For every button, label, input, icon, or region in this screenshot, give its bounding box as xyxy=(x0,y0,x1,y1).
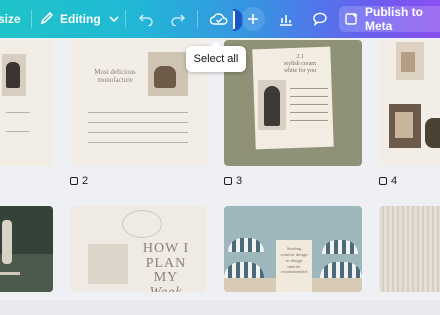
page-thumbnail-1[interactable] xyxy=(0,40,53,166)
line-art xyxy=(122,210,162,238)
list-line xyxy=(88,132,188,133)
plus-icon xyxy=(248,14,258,24)
save-status-button[interactable] xyxy=(207,7,231,31)
bar-chart-icon xyxy=(280,15,292,26)
photo-figure xyxy=(6,62,20,88)
page-thumbnail-5[interactable] xyxy=(0,206,53,292)
page-thumbnail-4[interactable] xyxy=(379,40,440,166)
list-line xyxy=(88,122,188,123)
list-line xyxy=(88,112,188,113)
page-text: Starting comfort design to design interior r… xyxy=(280,246,308,275)
photo-figure xyxy=(2,220,12,264)
comment-icon xyxy=(224,177,232,185)
page-thumbnail-8[interactable] xyxy=(379,206,440,292)
comment-icon xyxy=(379,177,387,185)
comment-button[interactable] xyxy=(308,7,332,31)
page-number-label: 2 xyxy=(82,175,89,187)
resize-button[interactable]: size xyxy=(0,0,21,38)
umbrella xyxy=(322,240,358,254)
text-line xyxy=(290,120,328,121)
bottom-bar xyxy=(0,300,440,315)
umbrella xyxy=(320,262,362,278)
photo-plant xyxy=(425,118,440,148)
text-line xyxy=(290,112,328,113)
page-number-label: 4 xyxy=(391,175,398,187)
toolbar-divider xyxy=(197,10,198,28)
top-toolbar: size Editing Publish to Meta xyxy=(0,0,440,38)
photo-chair xyxy=(154,66,176,88)
page-thumbnail-7[interactable]: Starting comfort design to design interior r… xyxy=(224,206,362,292)
text-line xyxy=(290,104,328,105)
page-title: HOW IPLAN MYWeek xyxy=(142,241,190,292)
photo-detail xyxy=(395,112,413,138)
photo-detail xyxy=(401,52,415,72)
page-number-2: 2 xyxy=(70,175,88,187)
text-cursor-bar xyxy=(233,11,235,29)
toolbar-divider xyxy=(125,10,126,28)
redo-button[interactable] xyxy=(166,7,190,31)
editing-label: Editing xyxy=(60,12,101,26)
publish-icon xyxy=(345,12,359,26)
undo-icon xyxy=(138,14,153,26)
redo-icon xyxy=(171,14,186,26)
pencil-icon xyxy=(40,11,54,28)
comment-icon xyxy=(313,12,327,26)
cloud-check-icon xyxy=(210,13,228,25)
page-number-label: 3 xyxy=(236,175,243,187)
umbrella xyxy=(224,262,264,278)
page-number-3: 3 xyxy=(224,175,242,187)
select-all-tooltip: Select all xyxy=(186,41,246,72)
tooltip-text: Select all xyxy=(193,53,239,65)
page-thumbnail-6[interactable]: HOW IPLAN MYWeek xyxy=(70,206,207,292)
resize-label: size xyxy=(0,12,21,26)
page-number-4: 4 xyxy=(379,175,397,187)
insights-button[interactable] xyxy=(274,7,298,31)
photo xyxy=(88,244,128,284)
editing-mode-button[interactable]: Editing xyxy=(40,0,119,38)
undo-button[interactable] xyxy=(134,7,158,31)
page-title: Most delicious monofacture xyxy=(94,68,136,85)
text-block xyxy=(6,112,30,132)
chevron-down-icon xyxy=(109,12,119,26)
text-mark xyxy=(0,272,20,275)
text-line xyxy=(290,96,328,97)
add-button[interactable] xyxy=(241,7,265,31)
umbrella xyxy=(228,238,264,252)
publish-label: Publish to Meta xyxy=(365,5,423,33)
publish-to-meta-button[interactable]: Publish to Meta xyxy=(339,5,440,33)
list-line xyxy=(88,142,188,143)
photo-figure xyxy=(264,86,280,126)
page-title: 2.1 stylish cream white for you xyxy=(283,54,317,75)
text-line xyxy=(290,88,328,89)
toolbar-divider xyxy=(31,10,32,28)
comment-icon xyxy=(70,177,78,185)
